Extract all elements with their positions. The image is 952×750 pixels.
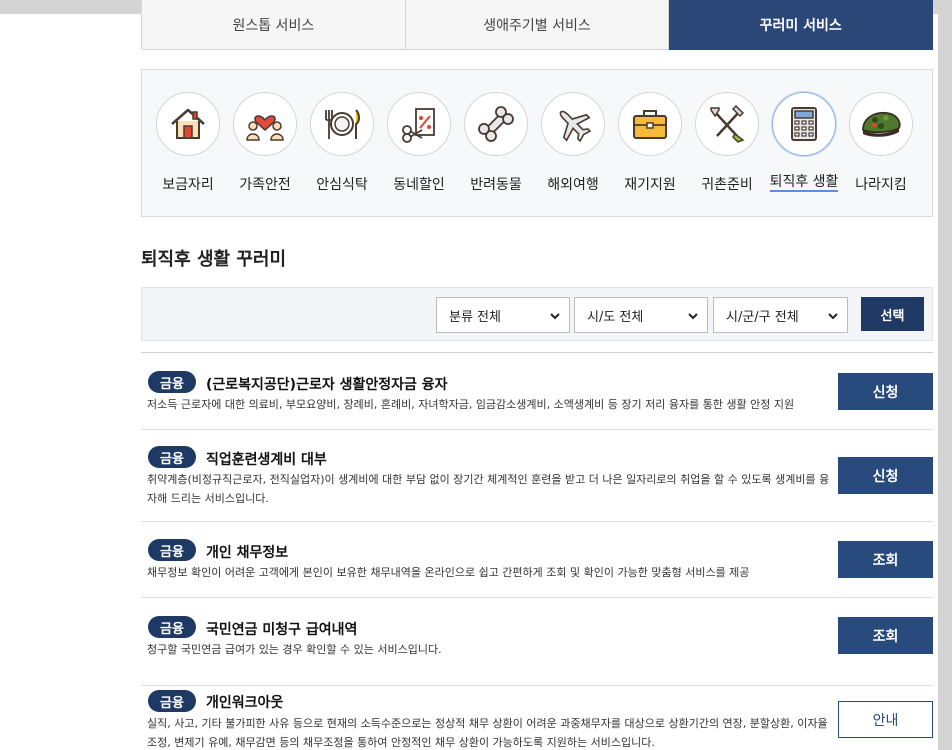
service-tabs: 원스톱 서비스 생애주기별 서비스 꾸러미 서비스	[141, 0, 934, 50]
service-title[interactable]: 개인 채무정보	[206, 542, 288, 562]
tab-onestop[interactable]: 원스톱 서비스	[141, 0, 406, 50]
district-select-value: 시/군/구 전체	[726, 309, 799, 325]
district-select[interactable]: 시/군/구 전체	[713, 297, 848, 333]
category-badge: 금융	[148, 616, 196, 638]
category-item-restart[interactable]: 재기지원	[611, 92, 689, 194]
family-heart-icon	[246, 115, 284, 141]
category-item-pet[interactable]: 반려동물	[457, 92, 535, 194]
lookup-button[interactable]: 조회	[838, 617, 933, 654]
service-description: 취약계층(비정규직근로자, 전직실업자)이 생계비에 대한 부담 없이 장기간 …	[147, 473, 830, 505]
tab-package[interactable]: 꾸러미 서비스	[669, 0, 934, 50]
category-label: 동네할인	[393, 177, 445, 193]
category-item-retirement[interactable]: 퇴직후 생활	[765, 92, 843, 192]
category-panel: 보금자리 가족안전 안심식탁 동네할인 반려동물 해외여행 재기지원 귀촌준비 …	[141, 69, 933, 217]
category-badge: 금융	[148, 539, 196, 561]
service-title[interactable]: 직업훈련생계비 대부	[206, 449, 327, 469]
category-label: 해외여행	[547, 177, 599, 193]
filter-bar: 분류 전체 시/도 전체 시/군/구 전체 선택	[141, 287, 933, 341]
category-badge: 금융	[148, 371, 196, 393]
tab-lifecycle[interactable]: 생애주기별 서비스	[405, 0, 670, 50]
category-label: 반려동물	[470, 177, 522, 193]
apply-button[interactable]: 신청	[838, 457, 933, 494]
category-item-dining[interactable]: 안심식탁	[303, 92, 381, 194]
category-item-family[interactable]: 가족안전	[226, 92, 304, 194]
category-label: 보금자리	[162, 177, 214, 193]
province-select-value: 시/도 전체	[587, 309, 644, 325]
service-title[interactable]: 개인워크아웃	[206, 692, 283, 712]
service-description: 채무정보 확인이 어려운 고객에게 본인이 보유한 채무내역을 온라인으로 쉽고…	[147, 566, 750, 579]
category-select[interactable]: 분류 전체	[436, 297, 570, 333]
chevron-down-icon	[688, 313, 698, 320]
list-item: 금융 국민연금 미청구 급여내역 청구할 국민연금 급여가 있는 경우 확인할 …	[141, 598, 933, 686]
airplane-icon	[559, 110, 592, 143]
category-item-discount[interactable]: 동네할인	[380, 92, 458, 194]
category-item-home[interactable]: 보금자리	[149, 92, 227, 194]
select-button[interactable]: 선택	[861, 297, 924, 331]
military-beret-icon	[862, 111, 901, 137]
category-badge: 금융	[148, 690, 196, 712]
category-item-farm[interactable]: 귀촌준비	[688, 92, 766, 194]
chevron-down-icon	[550, 313, 560, 320]
category-item-military[interactable]: 나라지킴	[842, 92, 920, 194]
apply-button[interactable]: 신청	[838, 373, 933, 410]
service-description: 실직, 사고, 기타 불가피한 사유 등으로 현재의 소득수준으로는 정상적 채…	[147, 717, 828, 749]
list-item: 금융 개인 채무정보 채무정보 확인이 어려운 고객에게 본인이 보유한 채무내…	[141, 522, 933, 598]
section-title: 퇴직후 생활 꾸러미	[141, 249, 287, 270]
list-item: 금융 개인워크아웃 실직, 사고, 기타 불가피한 사유 등으로 현재의 소득수…	[141, 686, 933, 750]
category-badge: 금융	[148, 446, 196, 468]
category-label: 재기지원	[624, 177, 676, 193]
lookup-button[interactable]: 조회	[838, 541, 933, 578]
service-list: 금융 (근로복지공단)근로자 생활안정자금 융자 저소득 근로자에 대한 의료비…	[141, 352, 933, 749]
chevron-down-icon	[828, 313, 838, 320]
calculator-icon	[791, 107, 817, 141]
category-item-travel[interactable]: 해외여행	[534, 92, 612, 194]
briefcase-icon	[633, 110, 667, 139]
list-item: 금융 (근로복지공단)근로자 생활안정자금 융자 저소득 근로자에 대한 의료비…	[141, 353, 933, 430]
category-label: 퇴직후 생활	[769, 174, 839, 192]
guide-button[interactable]: 안내	[838, 701, 933, 738]
category-label: 가족안전	[239, 177, 291, 193]
category-label: 안심식탁	[316, 177, 368, 193]
service-description: 저소득 근로자에 대한 의료비, 부모요양비, 장례비, 혼례비, 자녀학자금,…	[147, 398, 795, 411]
house-icon	[171, 108, 205, 139]
category-label: 나라지킴	[855, 177, 907, 193]
service-title[interactable]: (근로복지공단)근로자 생활안정자금 융자	[206, 374, 448, 394]
province-select[interactable]: 시/도 전체	[574, 297, 708, 333]
service-description: 청구할 국민연금 급여가 있는 경우 확인할 수 있는 서비스입니다.	[147, 643, 442, 656]
dining-icon	[325, 109, 360, 139]
service-title[interactable]: 국민연금 미청구 급여내역	[206, 619, 357, 639]
category-select-value: 분류 전체	[449, 309, 501, 325]
list-item: 금융 직업훈련생계비 대부 취약계층(비정규직근로자, 전직실업자)이 생계비에…	[141, 430, 933, 522]
category-label: 귀촌준비	[701, 177, 753, 193]
discount-tag-icon	[402, 108, 435, 143]
farm-tools-icon	[710, 104, 745, 143]
bone-icon	[478, 106, 514, 142]
